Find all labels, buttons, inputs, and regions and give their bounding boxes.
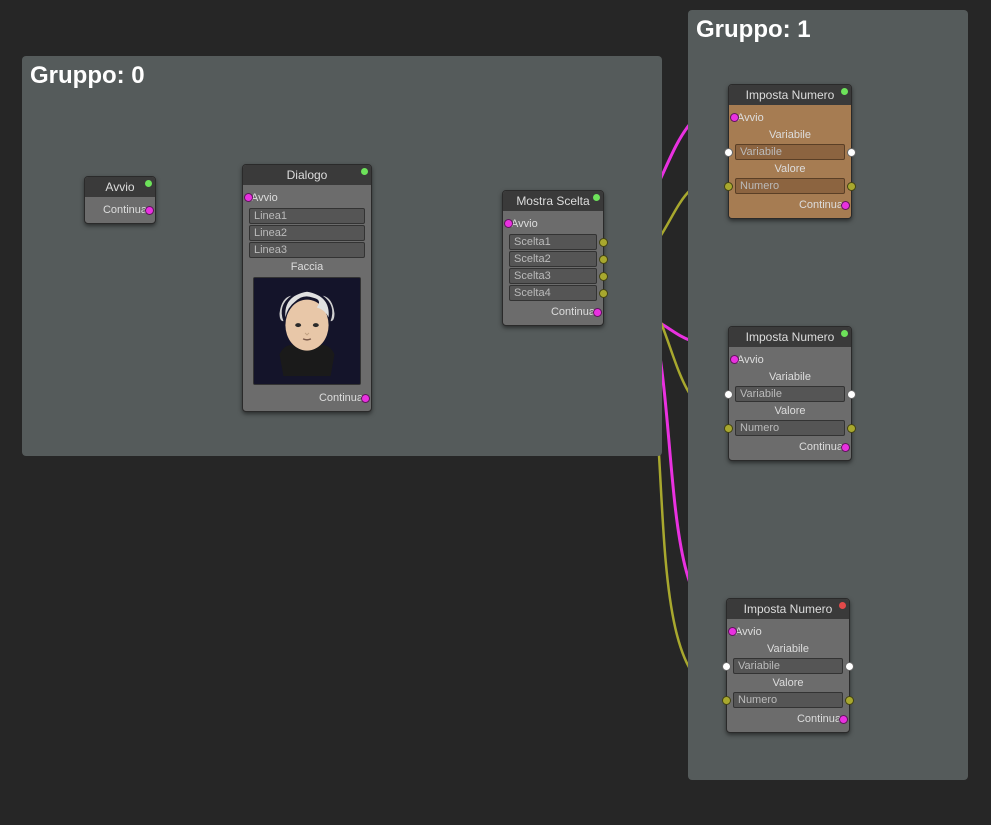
character-face-icon bbox=[254, 278, 360, 384]
port-imp3-avvio-in[interactable] bbox=[728, 627, 737, 636]
node-avvio-header[interactable]: Avvio bbox=[85, 177, 155, 197]
dialogo-linea3-label: Linea3 bbox=[254, 244, 287, 256]
imp2-valore-lbl: Valore bbox=[735, 403, 845, 419]
imp1-variabile-field-label: Variabile bbox=[740, 146, 782, 158]
node-imposta2-header[interactable]: Imposta Numero bbox=[729, 327, 851, 347]
port-scelta2-out[interactable] bbox=[599, 255, 608, 264]
imp1-variabile-field[interactable]: Variabile bbox=[735, 144, 845, 160]
port-mostra-continua-out[interactable] bbox=[593, 308, 602, 317]
imp3-variabile-field-label: Variabile bbox=[738, 660, 780, 672]
port-scelta3-out[interactable] bbox=[599, 272, 608, 281]
port-imp2-var-in[interactable] bbox=[724, 390, 733, 399]
node-imposta1-header[interactable]: Imposta Numero bbox=[729, 85, 851, 105]
mostra-scelta4-field[interactable]: Scelta4 bbox=[509, 285, 597, 301]
imp3-variabile-field[interactable]: Variabile bbox=[733, 658, 843, 674]
port-imp3-num-out[interactable] bbox=[845, 696, 854, 705]
port-avvio-continua-out[interactable] bbox=[145, 206, 154, 215]
node-imposta2-title: Imposta Numero bbox=[746, 330, 835, 344]
mostra-scelta4-label: Scelta4 bbox=[514, 287, 551, 299]
dialogo-continua-label: Continua bbox=[319, 392, 363, 404]
imp1-variabile-lbl: Variabile bbox=[735, 127, 845, 143]
imp1-numero-field-label: Numero bbox=[740, 180, 779, 192]
port-imp1-num-in[interactable] bbox=[724, 182, 733, 191]
mostra-scelta2-label: Scelta2 bbox=[514, 253, 551, 265]
node-imposta-1[interactable]: Imposta Numero Avvio Variabile Variabile… bbox=[728, 84, 852, 219]
status-dot-icon bbox=[841, 330, 848, 337]
imp2-variabile-field[interactable]: Variabile bbox=[735, 386, 845, 402]
port-imp2-continua-out[interactable] bbox=[841, 443, 850, 452]
port-scelta1-out[interactable] bbox=[599, 238, 608, 247]
port-imp2-var-out[interactable] bbox=[847, 390, 856, 399]
imp2-variabile-field-label: Variabile bbox=[740, 388, 782, 400]
port-imp1-num-out[interactable] bbox=[847, 182, 856, 191]
port-imp2-num-out[interactable] bbox=[847, 424, 856, 433]
status-dot-icon bbox=[361, 168, 368, 175]
port-dialogo-continua-out[interactable] bbox=[361, 394, 370, 403]
dialogo-linea1-field[interactable]: Linea1 bbox=[249, 208, 365, 224]
port-imp1-var-in[interactable] bbox=[724, 148, 733, 157]
dialogo-linea2-field[interactable]: Linea2 bbox=[249, 225, 365, 241]
imp1-continua-label: Continua bbox=[799, 199, 843, 211]
mostra-continua-label: Continua bbox=[551, 306, 595, 318]
imp3-avvio-label: Avvio bbox=[735, 626, 762, 638]
status-dot-icon bbox=[145, 180, 152, 187]
node-imposta3-title: Imposta Numero bbox=[744, 602, 833, 616]
dialogo-avvio-label: Avvio bbox=[251, 192, 278, 204]
node-avvio-title: Avvio bbox=[105, 180, 134, 194]
status-dot-icon bbox=[841, 88, 848, 95]
node-mostra-header[interactable]: Mostra Scelta bbox=[503, 191, 603, 211]
node-imposta-2[interactable]: Imposta Numero Avvio Variabile Variabile… bbox=[728, 326, 852, 461]
mostra-scelta2-field[interactable]: Scelta2 bbox=[509, 251, 597, 267]
status-dot-icon bbox=[593, 194, 600, 201]
node-dialogo-header[interactable]: Dialogo bbox=[243, 165, 371, 185]
mostra-scelta1-field[interactable]: Scelta1 bbox=[509, 234, 597, 250]
imp3-continua-label: Continua bbox=[797, 713, 841, 725]
dialogo-face-image[interactable] bbox=[253, 277, 361, 385]
imp3-variabile-lbl: Variabile bbox=[733, 641, 843, 657]
group-1-title: Gruppo: 1 bbox=[696, 16, 811, 44]
mostra-scelta1-label: Scelta1 bbox=[514, 236, 551, 248]
port-dialogo-avvio-in[interactable] bbox=[244, 193, 253, 202]
dialogo-linea2-label: Linea2 bbox=[254, 227, 287, 239]
dialogo-linea3-field[interactable]: Linea3 bbox=[249, 242, 365, 258]
port-imp3-num-in[interactable] bbox=[722, 696, 731, 705]
status-dot-icon bbox=[839, 602, 846, 609]
imp2-numero-field[interactable]: Numero bbox=[735, 420, 845, 436]
imp3-valore-lbl: Valore bbox=[733, 675, 843, 691]
node-mostra-title: Mostra Scelta bbox=[516, 194, 589, 208]
imp1-numero-field[interactable]: Numero bbox=[735, 178, 845, 194]
port-imp2-avvio-in[interactable] bbox=[730, 355, 739, 364]
imp3-numero-field[interactable]: Numero bbox=[733, 692, 843, 708]
port-imp1-avvio-in[interactable] bbox=[730, 113, 739, 122]
port-scelta4-out[interactable] bbox=[599, 289, 608, 298]
node-avvio[interactable]: Avvio Continua bbox=[84, 176, 156, 224]
imp2-avvio-label: Avvio bbox=[737, 354, 764, 366]
port-imp3-continua-out[interactable] bbox=[839, 715, 848, 724]
node-dialogo-title: Dialogo bbox=[287, 168, 328, 182]
imp2-numero-field-label: Numero bbox=[740, 422, 779, 434]
group-0-title: Gruppo: 0 bbox=[30, 62, 145, 90]
node-mostra-scelta[interactable]: Mostra Scelta Avvio Scelta1 Scelta2 Scel… bbox=[502, 190, 604, 326]
node-imposta3-header[interactable]: Imposta Numero bbox=[727, 599, 849, 619]
imp2-variabile-lbl: Variabile bbox=[735, 369, 845, 385]
port-imp1-var-out[interactable] bbox=[847, 148, 856, 157]
port-imp1-continua-out[interactable] bbox=[841, 201, 850, 210]
dialogo-faccia-label: Faccia bbox=[249, 259, 365, 275]
port-imp2-num-in[interactable] bbox=[724, 424, 733, 433]
mostra-scelta3-label: Scelta3 bbox=[514, 270, 551, 282]
dialogo-linea1-label: Linea1 bbox=[254, 210, 287, 222]
imp2-continua-label: Continua bbox=[799, 441, 843, 453]
node-imposta-3[interactable]: Imposta Numero Avvio Variabile Variabile… bbox=[726, 598, 850, 733]
imp1-valore-lbl: Valore bbox=[735, 161, 845, 177]
imp3-numero-field-label: Numero bbox=[738, 694, 777, 706]
port-mostra-avvio-in[interactable] bbox=[504, 219, 513, 228]
mostra-scelta3-field[interactable]: Scelta3 bbox=[509, 268, 597, 284]
port-imp3-var-out[interactable] bbox=[845, 662, 854, 671]
avvio-continua-label: Continua bbox=[103, 204, 147, 216]
port-imp3-var-in[interactable] bbox=[722, 662, 731, 671]
mostra-avvio-label: Avvio bbox=[511, 218, 538, 230]
imp1-avvio-label: Avvio bbox=[737, 112, 764, 124]
node-dialogo[interactable]: Dialogo Avvio Linea1 Linea2 Linea3 Facci… bbox=[242, 164, 372, 412]
node-imposta1-title: Imposta Numero bbox=[746, 88, 835, 102]
